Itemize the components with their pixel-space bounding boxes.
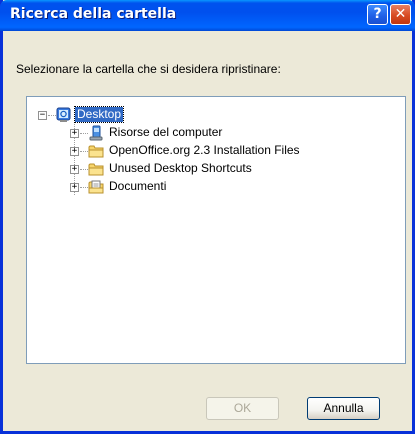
- folder-icon: [88, 163, 104, 176]
- tree-item-label: Risorse del computer: [109, 125, 223, 139]
- documents-icon: [88, 180, 104, 194]
- tree-item-documenti[interactable]: + Documenti: [27, 178, 405, 196]
- tree-item-desktop[interactable]: − Desktop: [27, 106, 405, 124]
- expand-toggle-icon[interactable]: +: [70, 129, 79, 138]
- browse-folder-dialog: Ricerca della cartella ? ✕ Selezionare l…: [0, 0, 415, 434]
- desktop-icon: [56, 107, 71, 122]
- tree-item-label: Documenti: [109, 179, 167, 193]
- collapse-toggle-icon[interactable]: −: [38, 111, 47, 120]
- tree-connector-line: [80, 133, 88, 134]
- tree-connector-line: [80, 151, 88, 152]
- tree-item-risorse-del-computer[interactable]: + Risorse del computer: [27, 124, 405, 142]
- close-icon: ✕: [394, 6, 407, 22]
- title-bar[interactable]: Ricerca della cartella ? ✕: [0, 0, 415, 31]
- tree-item-openoffice-installation-files[interactable]: + OpenOffice.org 2.3 Installation Files: [27, 142, 405, 160]
- tree-item-label: Desktop: [73, 106, 125, 123]
- ok-button[interactable]: OK: [206, 397, 279, 420]
- tree-connector-line: [48, 115, 56, 116]
- tree-connector-line: [80, 187, 88, 188]
- help-button[interactable]: ?: [367, 4, 388, 25]
- window-title: Ricerca della cartella: [10, 6, 177, 22]
- computer-icon: [89, 125, 103, 141]
- expand-toggle-icon[interactable]: +: [70, 147, 79, 156]
- expand-toggle-icon[interactable]: +: [70, 183, 79, 192]
- close-button[interactable]: ✕: [390, 4, 411, 25]
- help-icon: ?: [373, 6, 382, 22]
- tree-item-label: Unused Desktop Shortcuts: [109, 161, 252, 175]
- tree-item-unused-desktop-shortcuts[interactable]: + Unused Desktop Shortcuts: [27, 160, 405, 178]
- folder-icon: [88, 145, 104, 158]
- tree-connector-line: [80, 169, 88, 170]
- instruction-text: Selezionare la cartella che si desidera …: [16, 62, 281, 76]
- tree-item-label: OpenOffice.org 2.3 Installation Files: [109, 143, 300, 157]
- cancel-button[interactable]: Annulla: [307, 397, 380, 420]
- expand-toggle-icon[interactable]: +: [70, 165, 79, 174]
- folder-tree[interactable]: − Desktop + Risorse del computer + OpenO…: [26, 96, 406, 364]
